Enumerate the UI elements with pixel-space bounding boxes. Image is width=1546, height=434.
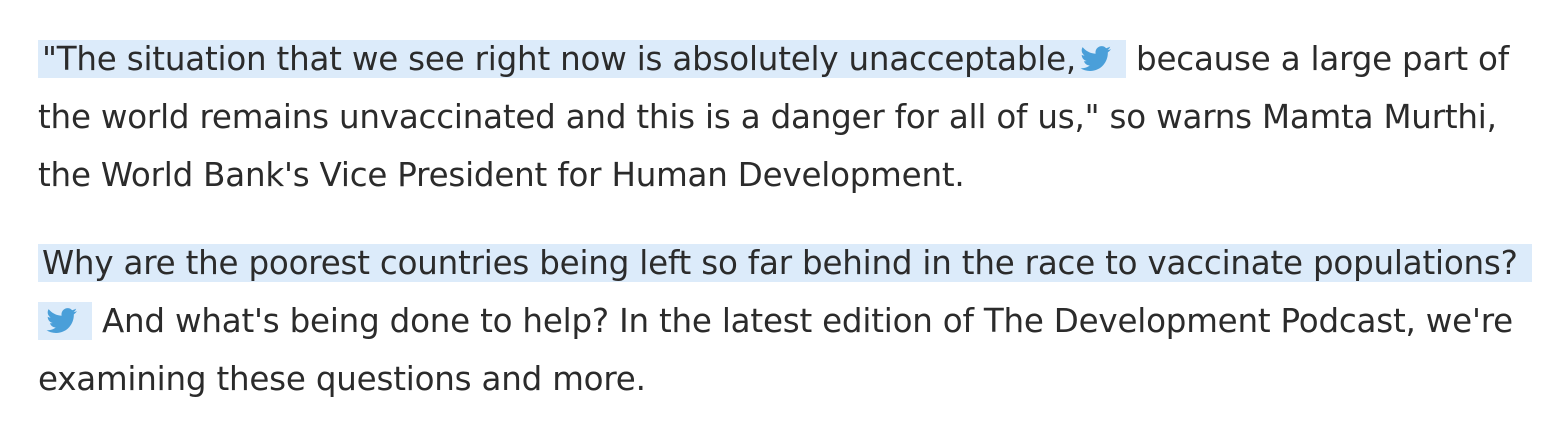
click-to-tweet-quote-1[interactable]: "The situation that we see right now is … (38, 40, 1127, 78)
article-body: "The situation that we see right now is … (38, 30, 1532, 408)
twitter-bird-icon[interactable] (1080, 46, 1112, 72)
paragraph-2: Why are the poorest countries being left… (38, 234, 1532, 408)
twitter-bird-icon[interactable] (46, 308, 78, 334)
tweet-quote-text[interactable]: "The situation that we see right now is … (42, 40, 1076, 78)
paragraph-2-text: And what's being done to help? In the la… (38, 302, 1513, 398)
paragraph-1: "The situation that we see right now is … (38, 30, 1518, 204)
tweet-quote-text[interactable]: Why are the poorest countries being left… (42, 244, 1518, 282)
